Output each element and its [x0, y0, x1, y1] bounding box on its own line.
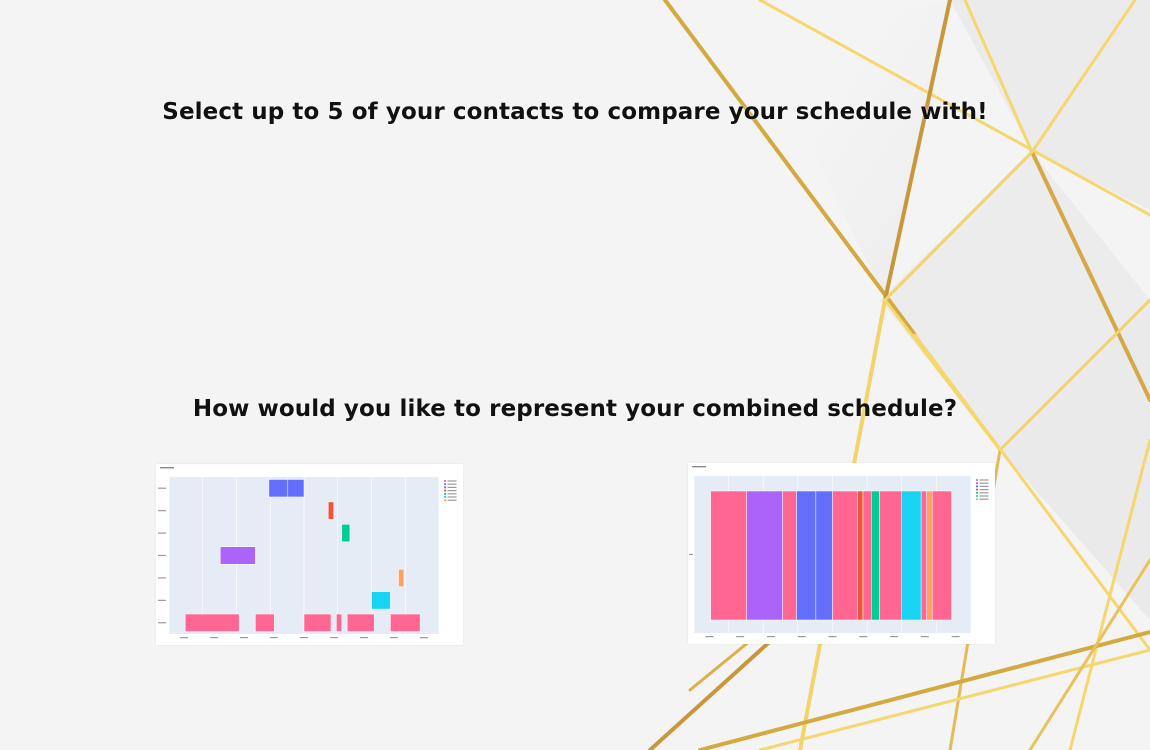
legend-entry [447, 486, 457, 488]
schedule-bar [268, 479, 289, 498]
legend-marker [975, 491, 979, 494]
schedule-bar [371, 591, 391, 610]
stacked-schedule-chart-option[interactable] [688, 463, 995, 644]
y-tick-label [158, 487, 166, 489]
schedule-segment [710, 490, 747, 621]
schedule-segment [901, 490, 922, 621]
x-tick-label [330, 637, 338, 639]
legend-marker [975, 478, 979, 482]
x-tick-label [890, 636, 899, 638]
y-tick-label [158, 599, 166, 601]
legend-entry [979, 482, 989, 484]
legend-entry [979, 498, 989, 500]
schedule-segment [879, 490, 902, 621]
legend-entry [447, 499, 457, 501]
timeline-by-contact-chart [158, 467, 457, 639]
schedule-segment [862, 490, 872, 621]
legend-entry [447, 483, 457, 485]
x-tick-label [705, 636, 714, 638]
schedule-bar [287, 479, 305, 498]
schedule-segment [815, 490, 833, 621]
legend-entry [447, 480, 457, 482]
x-tick-label [951, 636, 960, 638]
schedule-bar [346, 613, 375, 632]
stacked-schedule-chart [689, 466, 989, 638]
x-tick-label [420, 637, 428, 639]
schedule-segment [931, 490, 952, 621]
legend-entry [447, 490, 457, 492]
legend-entry [979, 485, 989, 487]
x-tick-label [766, 636, 775, 638]
schedule-bar [398, 568, 405, 587]
schedule-segment [796, 490, 817, 621]
schedule-segment [920, 490, 927, 621]
schedule-bar [303, 613, 332, 632]
x-tick-label [797, 636, 806, 638]
schedule-bar [341, 524, 351, 543]
chart-title-stub [692, 466, 706, 468]
y-tick-label [158, 577, 166, 579]
legend-marker [443, 492, 447, 495]
schedule-segment [746, 490, 783, 621]
schedule-bar [336, 613, 343, 632]
schedule-bar [255, 613, 275, 632]
legend-marker [975, 494, 979, 498]
x-tick-label [828, 636, 837, 638]
x-tick-label [180, 637, 188, 639]
schedule-bar [390, 613, 421, 632]
legend-marker [443, 483, 447, 486]
legend-entry [979, 492, 989, 494]
y-tick-label [158, 554, 166, 557]
legend-marker [975, 488, 979, 491]
x-tick-label [300, 637, 308, 639]
schedule-segment [871, 490, 880, 621]
timeline-by-contact-chart-option[interactable] [156, 464, 463, 645]
legend-marker [443, 489, 447, 492]
x-tick-label [210, 637, 218, 639]
representation-prompt-heading: How would you like to represent your com… [192, 396, 958, 422]
legend-entry [447, 496, 457, 498]
legend-marker [443, 486, 447, 489]
schedule-bar [184, 613, 240, 632]
legend-entry [979, 489, 989, 491]
legend-marker [443, 479, 447, 483]
chart-title-stub [160, 467, 174, 469]
schedule-bar [328, 501, 334, 520]
legend-marker [975, 482, 979, 485]
schedule-segment [857, 490, 864, 621]
y-tick-label [158, 510, 166, 512]
x-tick-label [920, 636, 929, 638]
schedule-segment [832, 490, 858, 621]
legend-entry [979, 495, 989, 497]
x-tick-label [360, 637, 368, 639]
y-tick-label [689, 553, 693, 556]
schedule-segment [782, 490, 797, 621]
legend-entry [447, 493, 457, 495]
legend-marker [975, 485, 979, 488]
legend-marker [443, 499, 447, 502]
y-tick-label [158, 532, 166, 534]
x-tick-label [390, 637, 398, 639]
x-tick-label [240, 637, 248, 639]
schedule-segment [926, 490, 933, 621]
legend-entry [979, 479, 989, 481]
contacts-prompt-heading: Select up to 5 of your contacts to compa… [162, 99, 988, 125]
legend-marker [443, 495, 447, 499]
x-tick-label [736, 636, 745, 638]
y-tick-label [158, 622, 166, 624]
x-tick-label [859, 636, 868, 638]
schedule-bar [220, 546, 256, 565]
legend-marker [975, 498, 979, 501]
x-tick-label [270, 637, 278, 639]
